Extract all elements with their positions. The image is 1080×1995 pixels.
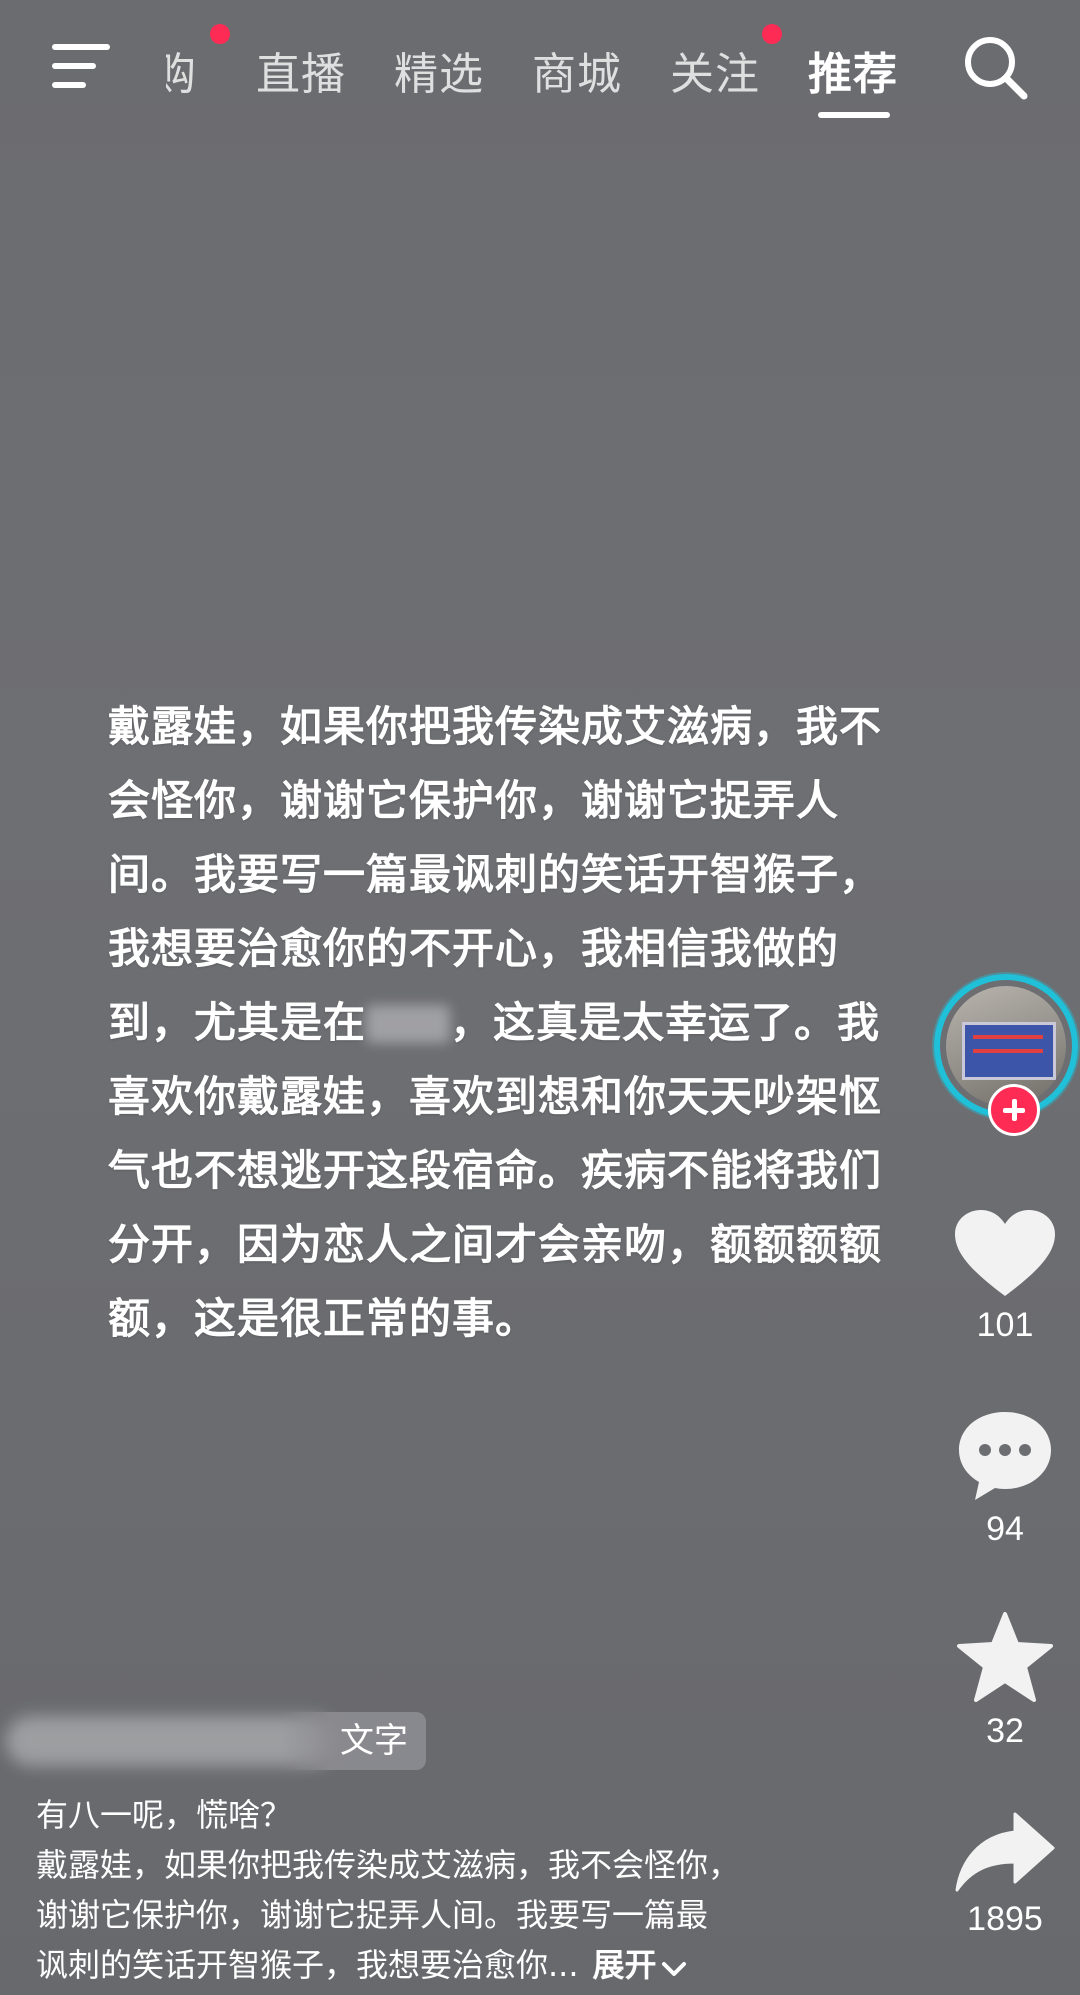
caption[interactable]: 有八一呢，慌啥？ 戴露娃，如果你把我传染成艾滋病，我不会怪你， 谢谢它保护你，谢…	[36, 1790, 856, 1990]
like-button[interactable]: 101	[930, 1208, 1080, 1345]
share-icon	[955, 1812, 1055, 1892]
comment-count: 94	[986, 1510, 1024, 1548]
tab-recommended[interactable]: 推荐	[808, 38, 898, 102]
tab-featured[interactable]: 精选	[394, 38, 484, 102]
top-navigation: 购 直播 精选 商城 关注 推荐	[0, 0, 1080, 140]
expand-button[interactable]: 展开	[593, 1946, 687, 1984]
avatar-image	[962, 1022, 1056, 1080]
favorite-button[interactable]: 32	[930, 1610, 1080, 1751]
post-text-line: 我想要治愈你的不开心，我相信我做的	[108, 924, 840, 973]
post-text-line: 间。我要写一篇最讽刺的笑话开智猴子，	[108, 850, 883, 899]
caption-line: 戴露娃，如果你把我传染成艾滋病，我不会怪你，	[36, 1846, 741, 1884]
search-icon[interactable]	[960, 32, 1030, 102]
author-avatar-container[interactable]	[934, 974, 1078, 1136]
tab-shopping[interactable]: 购	[166, 38, 197, 102]
tab-mall[interactable]: 商城	[532, 38, 622, 102]
comment-button[interactable]: 94	[930, 1408, 1080, 1549]
expand-label: 展开	[592, 1946, 657, 1984]
like-count: 101	[976, 1306, 1034, 1344]
share-button[interactable]: 1895	[930, 1810, 1080, 1939]
tab-following-dot	[762, 24, 782, 44]
caption-line: 讽刺的笑话开智猴子，我想要治愈你...	[36, 1946, 579, 1984]
content-tag[interactable]: 文字	[280, 1712, 426, 1770]
caption-line: 谢谢它保护你，谢谢它捉弄人间。我要写一篇最	[36, 1896, 709, 1934]
active-tab-indicator	[818, 112, 890, 118]
post-text-line: 喜欢你戴露娃，喜欢到想和你天天吵架怄	[108, 1072, 883, 1121]
post-text-line: 气也不想逃开这段宿命。疾病不能将我们	[108, 1146, 883, 1195]
author-row[interactable]: 文字	[0, 1710, 430, 1770]
heart-icon	[955, 1210, 1055, 1296]
blurred-text	[366, 1005, 451, 1043]
tab-live[interactable]: 直播	[256, 38, 346, 102]
post-text: 戴露娃，如果你把我传染成艾滋病，我不 会怪你，谢谢它保护你，谢谢它捉弄人 间。我…	[108, 690, 948, 1356]
post-text-line: 会怪你，谢谢它保护你，谢谢它捉弄人	[108, 776, 840, 825]
video-feed-screen: 购 直播 精选 商城 关注 推荐 戴露娃，如果你把我传染成艾滋病，我不 会怪你，…	[0, 0, 1080, 1995]
action-rail: 101 94 32 1895	[930, 970, 1080, 1970]
chevron-down-icon	[661, 1962, 686, 1976]
hamburger-menu-icon[interactable]	[50, 40, 114, 92]
share-count: 1895	[967, 1900, 1043, 1938]
post-text-fragment: 到，尤其是在	[108, 998, 367, 1047]
comment-icon	[959, 1412, 1051, 1500]
caption-title: 有八一呢，慌啥？	[36, 1796, 293, 1834]
star-icon	[957, 1612, 1053, 1702]
tab-following[interactable]: 关注	[670, 38, 760, 102]
post-text-line: 戴露娃，如果你把我传染成艾滋病，我不	[108, 702, 883, 751]
post-text-line: 分开，因为恋人之间才会亲吻，额额额额	[108, 1220, 883, 1269]
post-text-line: 到，尤其是在 ，这真是太幸运了。我	[108, 986, 948, 1060]
post-text-line: 额，这是很正常的事。	[108, 1294, 539, 1343]
favorite-count: 32	[986, 1712, 1024, 1750]
post-text-fragment: ，这真是太幸运了。我	[450, 998, 881, 1047]
caption-line-last: 讽刺的笑话开智猴子，我想要治愈你... 展开	[36, 1940, 856, 1990]
follow-button[interactable]	[988, 1084, 1040, 1136]
tab-shopping-dot	[210, 24, 230, 44]
